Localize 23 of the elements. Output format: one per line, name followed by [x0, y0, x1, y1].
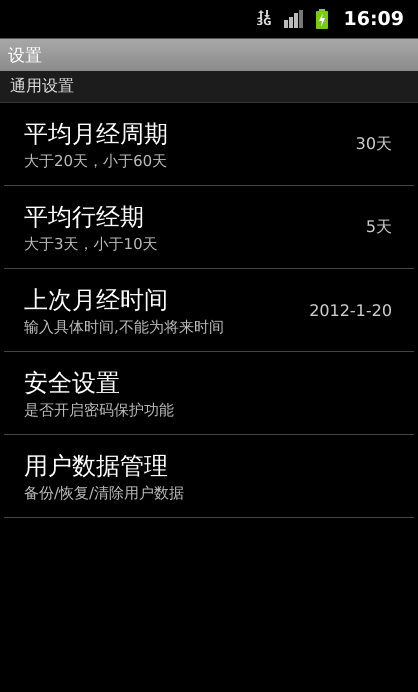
item-summary: 大于3天，小于10天: [24, 234, 158, 254]
item-summary: 输入具体时间,不能为将来时间: [24, 318, 224, 336]
item-value: 5天: [366, 216, 392, 238]
settings-item[interactable]: 上次月经时间 输入具体时间,不能为将来时间 2012-1-20: [4, 269, 414, 352]
battery-icon: [316, 9, 328, 29]
settings-item[interactable]: 安全设置 是否开启密码保护功能: [4, 352, 414, 435]
item-title: 用户数据管理: [24, 450, 169, 482]
settings-item[interactable]: 平均行经期 大于3天，小于10天 5天: [4, 186, 414, 269]
item-value: 2012-1-20: [309, 300, 392, 320]
item-title: 平均行经期: [24, 202, 145, 232]
signal-icon: [284, 10, 304, 28]
section-title: 通用设置: [10, 76, 74, 97]
item-summary: 是否开启密码保护功能: [24, 400, 174, 420]
item-value: 30天: [356, 134, 392, 154]
settings-item[interactable]: 平均月经周期 大于20天，小于60天 30天: [4, 103, 414, 186]
settings-item[interactable]: 用户数据管理 备份/恢复/清除用户数据: [4, 435, 414, 518]
clock-time: 16:09: [344, 8, 404, 30]
item-summary: 备份/恢复/清除用户数据: [24, 484, 184, 502]
item-title: 平均月经周期: [24, 118, 168, 150]
item-summary: 大于20天，小于60天: [24, 152, 168, 170]
window-title: 设置: [8, 44, 42, 66]
item-title: 上次月经时间: [24, 284, 169, 316]
item-title: 安全设置: [24, 368, 121, 398]
